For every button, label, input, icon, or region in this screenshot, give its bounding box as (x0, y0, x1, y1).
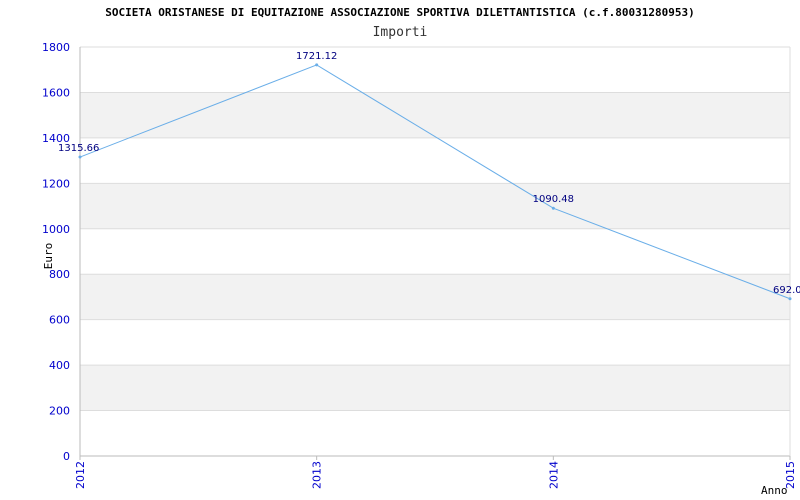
background-bands (80, 92, 790, 411)
data-point (788, 297, 792, 301)
data-label: 1090.48 (533, 194, 574, 205)
y-tick-label: 200 (49, 405, 70, 418)
data-label: 692.0 (773, 285, 800, 296)
y-tick-label: 1600 (42, 86, 70, 99)
y-tick-label: 1200 (42, 177, 70, 190)
background-band (80, 183, 790, 229)
data-point (78, 155, 82, 159)
x-tick-labels: 2012 2013 2014 2015 (74, 461, 797, 489)
y-axis-label: Euro (42, 243, 55, 270)
data-point (551, 206, 555, 210)
y-tick-label: 1000 (42, 223, 70, 236)
data-label: 1721.12 (296, 51, 337, 62)
y-tick-label: 600 (49, 314, 70, 327)
x-tick-label: 2012 (74, 461, 87, 489)
x-tick-label: 2014 (547, 461, 560, 489)
y-tick-label: 0 (63, 450, 70, 463)
x-axis-label: Anno (761, 484, 788, 497)
x-tick-label: 2013 (311, 461, 324, 489)
data-label: 1315.66 (58, 143, 99, 154)
data-labels: 1315.66 1721.12 1090.48 692.0 (58, 51, 800, 296)
y-tick-label: 1800 (42, 41, 70, 54)
y-tick-label: 400 (49, 359, 70, 372)
background-band (80, 274, 790, 320)
background-band (80, 365, 790, 411)
data-point (315, 63, 319, 67)
line-chart: 020040060080010001200140016001800 2012 20… (42, 41, 800, 497)
